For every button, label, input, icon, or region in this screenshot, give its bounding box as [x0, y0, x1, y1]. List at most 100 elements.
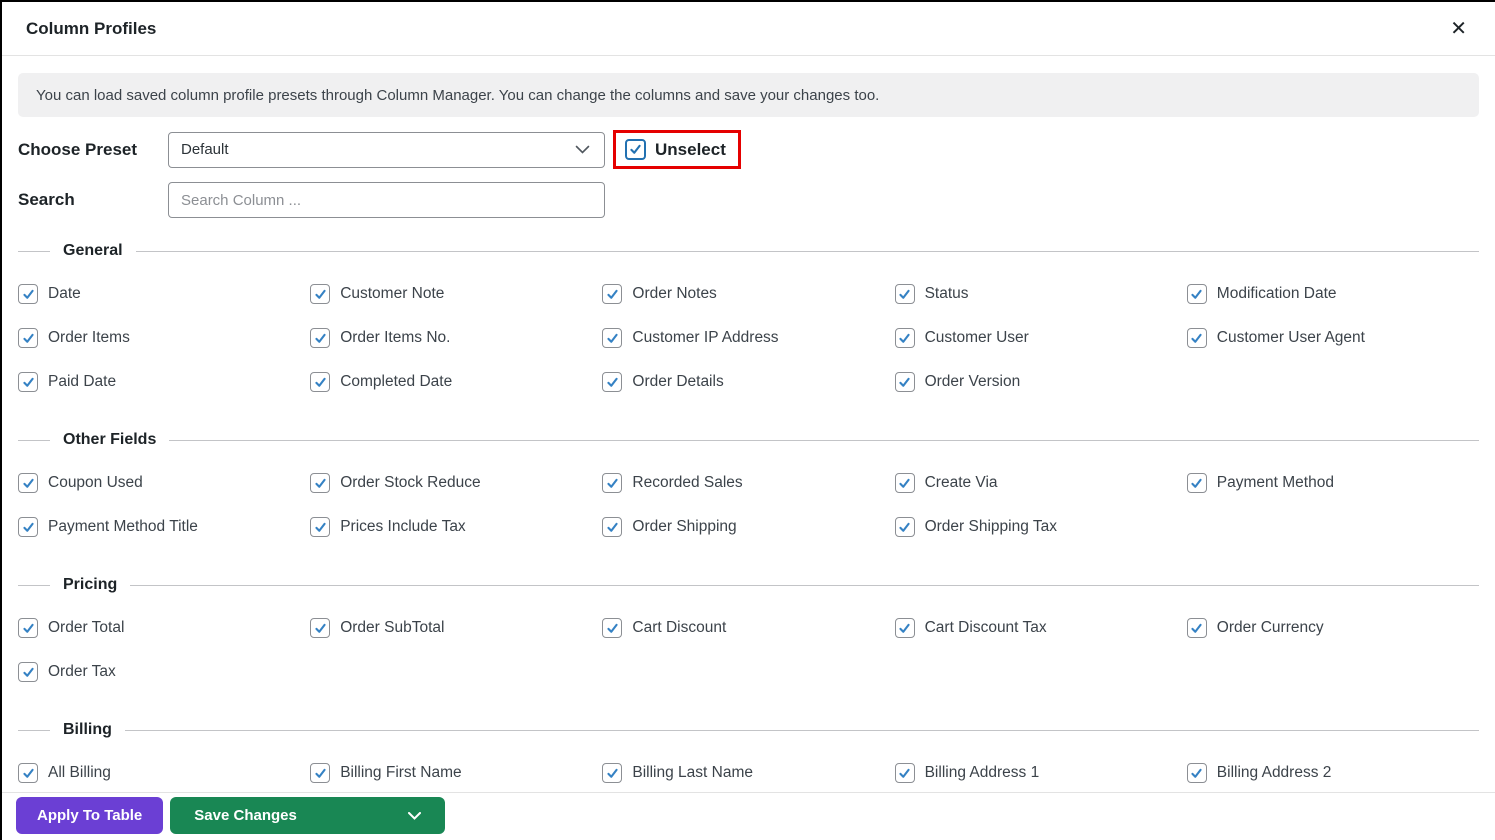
column-checkbox-item[interactable]: Prices Include Tax [310, 512, 602, 542]
column-checkbox[interactable] [18, 284, 38, 304]
column-checkbox[interactable] [894, 618, 915, 638]
modal-header: Column Profiles ✕ [2, 2, 1495, 56]
chevron-down-icon [408, 807, 422, 824]
column-checkbox-item[interactable]: Order Details [602, 367, 894, 397]
column-checkbox-label: Order Items No. [340, 329, 451, 346]
column-checkbox[interactable] [18, 328, 38, 348]
column-checkbox-item[interactable]: Completed Date [310, 367, 602, 397]
section-title: General [63, 242, 123, 259]
column-checkbox-label: Order Total [48, 619, 125, 636]
column-checkbox[interactable] [310, 473, 331, 493]
column-checkbox-item[interactable]: Cart Discount Tax [894, 613, 1187, 643]
column-checkbox[interactable] [1186, 618, 1207, 638]
modal-body: You can load saved column profile preset… [2, 73, 1495, 788]
column-checkbox-item[interactable]: Order Version [894, 367, 1187, 397]
info-banner: You can load saved column profile preset… [18, 73, 1479, 117]
section-divider [124, 729, 1479, 731]
column-checkbox-item[interactable]: All Billing [18, 758, 310, 788]
column-checkbox[interactable] [602, 328, 623, 348]
column-checkbox-item[interactable]: Order Total [18, 613, 310, 643]
column-checkbox-item[interactable]: Customer Note [310, 279, 602, 309]
column-checkbox-item[interactable]: Cart Discount [602, 613, 894, 643]
column-checkbox[interactable] [894, 517, 915, 537]
column-checkbox-item[interactable]: Order Stock Reduce [310, 468, 602, 498]
column-checkbox[interactable] [310, 328, 331, 348]
column-checkbox-item[interactable]: Order Tax [18, 657, 310, 687]
column-checkbox-item[interactable]: Order Currency [1186, 613, 1479, 643]
search-row: Search [18, 182, 1479, 218]
column-checkbox[interactable] [310, 763, 331, 783]
column-checkbox-item[interactable]: Billing Address 2 [1186, 758, 1479, 788]
column-checkbox[interactable] [18, 763, 38, 783]
save-changes-button[interactable]: Save Changes [170, 797, 446, 834]
column-checkbox[interactable] [1186, 284, 1207, 304]
column-checkbox[interactable] [602, 517, 623, 537]
section-grid: Coupon Used Order Stock Reduce Recorded … [18, 468, 1479, 542]
column-checkbox[interactable] [18, 517, 38, 537]
column-checkbox[interactable] [310, 372, 331, 392]
column-checkbox-item[interactable]: Order Shipping Tax [894, 512, 1187, 542]
column-checkbox-item[interactable]: Customer User [894, 323, 1187, 353]
column-checkbox-item[interactable]: Status [894, 279, 1187, 309]
section-divider [18, 729, 50, 731]
column-checkbox-item[interactable]: Order Items [18, 323, 310, 353]
column-checkbox-label: Customer User [924, 329, 1029, 346]
column-checkbox[interactable] [310, 284, 331, 304]
column-checkbox-item[interactable]: Order Items No. [310, 323, 602, 353]
preset-selected-value: Default [181, 141, 229, 158]
column-checkbox-label: Order Shipping [632, 518, 737, 535]
column-checkbox-item[interactable]: Create Via [894, 468, 1187, 498]
column-checkbox-item[interactable]: Billing Last Name [602, 758, 894, 788]
column-checkbox-item[interactable]: Coupon Used [18, 468, 310, 498]
column-checkbox[interactable] [894, 473, 915, 493]
column-checkbox[interactable] [18, 473, 38, 493]
search-input[interactable] [168, 182, 605, 218]
preset-select[interactable]: Default [168, 131, 605, 168]
column-checkbox-item[interactable]: Order SubTotal [310, 613, 602, 643]
column-checkbox-label: Paid Date [48, 373, 117, 390]
column-checkbox-item[interactable]: Recorded Sales [602, 468, 894, 498]
column-checkbox-label: Customer IP Address [632, 329, 779, 346]
column-checkbox-item[interactable]: Billing Address 1 [894, 758, 1187, 788]
column-checkbox[interactable] [602, 473, 623, 493]
column-checkbox[interactable] [1186, 763, 1207, 783]
column-checkbox-label: Customer Note [340, 285, 445, 302]
column-checkbox[interactable] [894, 372, 915, 392]
close-icon[interactable]: ✕ [1446, 15, 1471, 43]
column-checkbox-item[interactable]: Order Shipping [602, 512, 894, 542]
unselect-checkbox[interactable] [625, 139, 646, 160]
column-checkbox[interactable] [1186, 328, 1207, 348]
column-checkbox-item[interactable]: Customer IP Address [602, 323, 894, 353]
column-checkbox-item[interactable]: Payment Method Title [18, 512, 310, 542]
column-checkbox[interactable] [602, 372, 623, 392]
column-checkbox-label: Billing Last Name [632, 764, 753, 781]
column-checkbox-item[interactable]: Payment Method [1186, 468, 1479, 498]
column-checkbox[interactable] [602, 618, 623, 638]
column-checkbox[interactable] [1186, 473, 1207, 493]
column-checkbox[interactable] [18, 662, 38, 682]
column-checkbox-label: Cart Discount [632, 619, 727, 636]
column-checkbox[interactable] [894, 284, 915, 304]
column-checkbox-item[interactable]: Modification Date [1186, 279, 1479, 309]
apply-to-table-button[interactable]: Apply To Table [16, 797, 164, 834]
column-checkbox[interactable] [18, 618, 38, 638]
section-divider [135, 250, 1479, 252]
column-checkbox[interactable] [602, 284, 623, 304]
column-checkbox-item[interactable]: Order Notes [602, 279, 894, 309]
column-checkbox[interactable] [894, 763, 915, 783]
column-checkbox[interactable] [18, 372, 38, 392]
column-checkbox-item[interactable]: Paid Date [18, 367, 310, 397]
column-checkbox-item[interactable]: Billing First Name [310, 758, 602, 788]
preset-label: Choose Preset [18, 139, 138, 159]
column-checkbox-item[interactable]: Customer User Agent [1186, 323, 1479, 353]
column-checkbox[interactable] [310, 618, 331, 638]
sections: General Date Customer Note Order Notes S… [18, 242, 1479, 788]
column-checkbox[interactable] [602, 763, 623, 783]
column-checkbox[interactable] [310, 517, 331, 537]
preset-row: Choose Preset Default Unselect [18, 130, 1479, 169]
unselect-checkbox-group[interactable]: Unselect [613, 130, 741, 169]
column-checkbox-label: Order Shipping Tax [924, 518, 1057, 535]
column-checkbox-item[interactable]: Date [18, 279, 310, 309]
column-checkbox-label: Completed Date [340, 373, 453, 390]
column-checkbox[interactable] [894, 328, 915, 348]
